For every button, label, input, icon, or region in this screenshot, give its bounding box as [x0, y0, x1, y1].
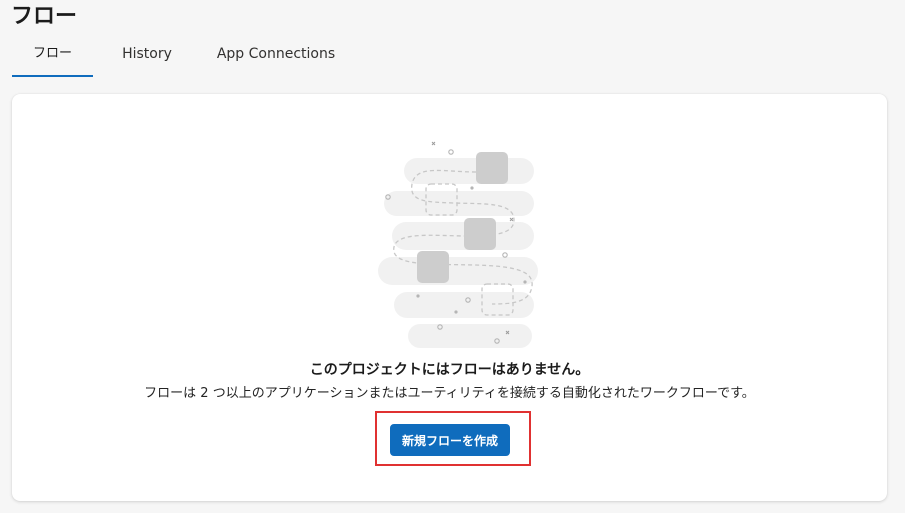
create-flow-button[interactable]: 新規フローを作成	[390, 424, 510, 456]
tab-app-connections[interactable]: App Connections	[201, 36, 351, 78]
tab-history[interactable]: History	[99, 36, 195, 78]
empty-state-description: フローは 2 つ以上のアプリケーションまたはユーティリティを接続する自動化された…	[144, 386, 755, 401]
empty-state-title: このプロジェクトにはフローはありません。	[309, 362, 590, 378]
empty-state-card: このプロジェクトにはフローはありません。 フローは 2 つ以上のアプリケーション…	[12, 94, 887, 501]
tab-flows[interactable]: フロー	[12, 36, 93, 78]
flow-illustration	[378, 141, 538, 348]
tab-bar: フロー History App Connections	[12, 36, 351, 78]
page-title: フロー	[11, 4, 78, 29]
